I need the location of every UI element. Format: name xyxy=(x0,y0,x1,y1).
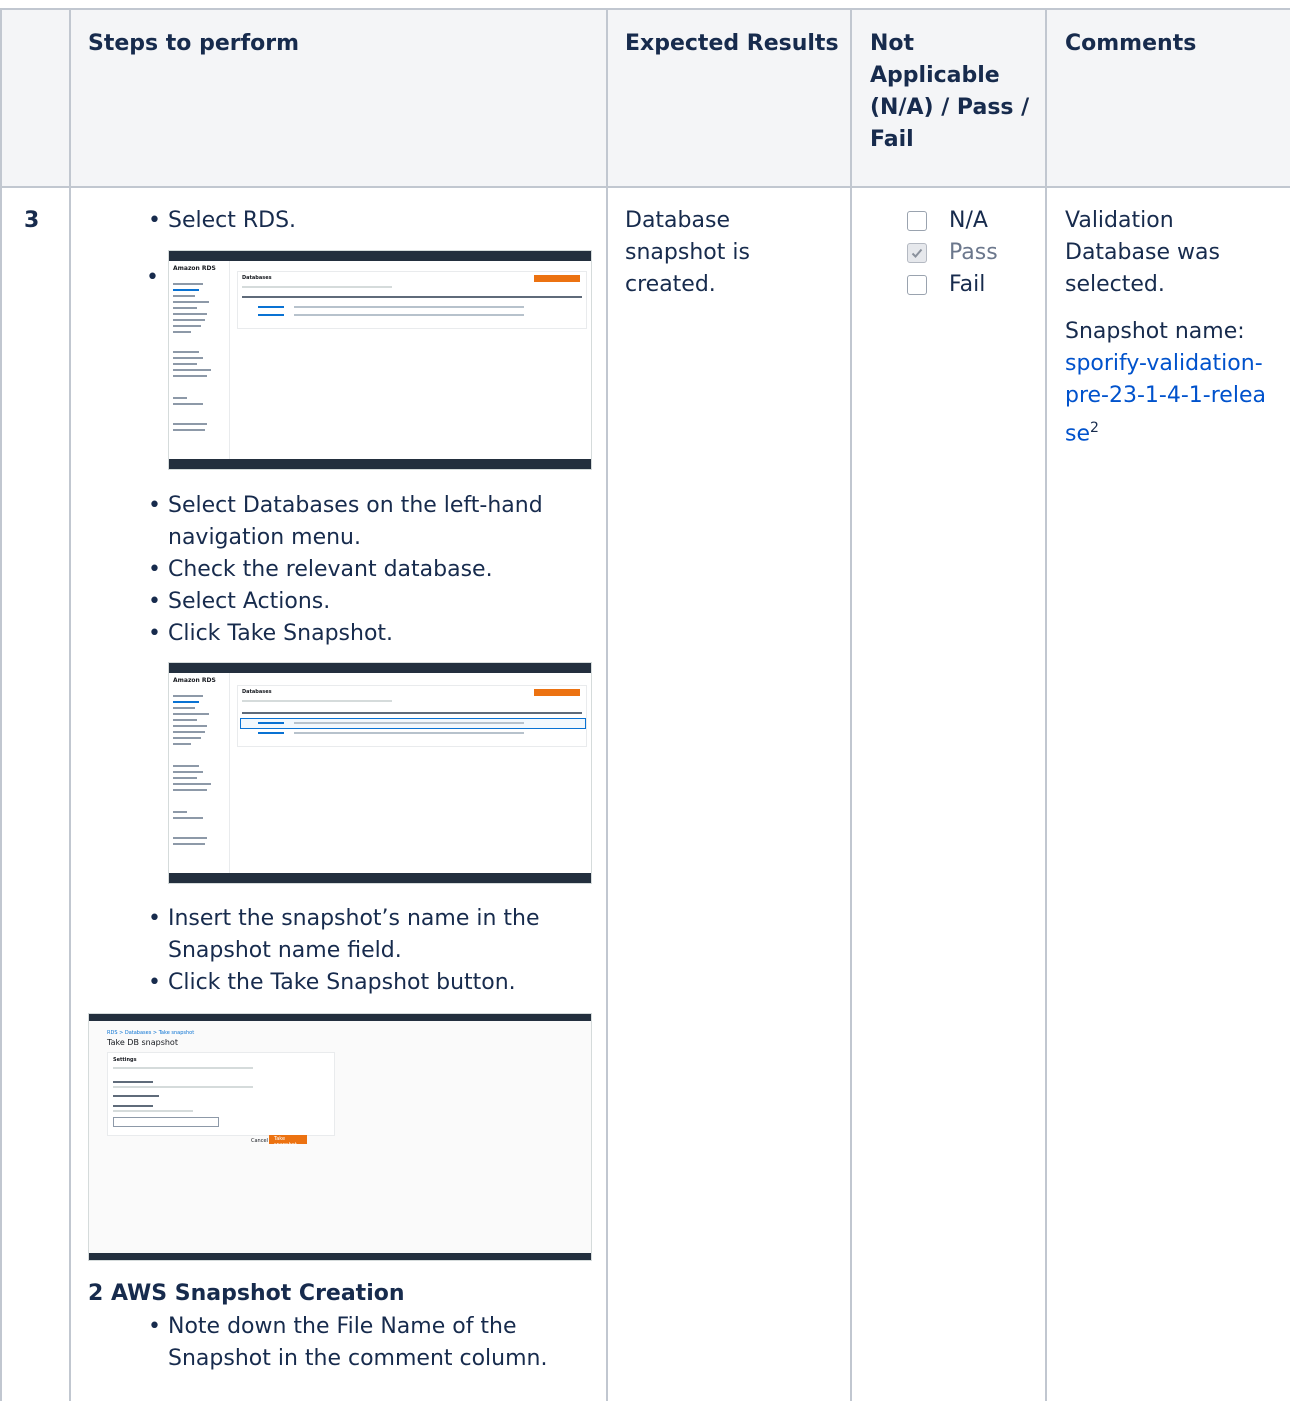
step-item: Click Take Snapshot. xyxy=(146,618,586,650)
header-expected: Expected Results xyxy=(625,31,839,56)
screenshot-rds-actions: Amazon RDS Databases xyxy=(168,662,592,884)
header-status: Not Applicable (N/A) / Pass / Fail xyxy=(870,31,1030,152)
screenshot-take-snapshot: RDS > Databases > Take snapshot Take DB … xyxy=(88,1013,592,1261)
aws-footer xyxy=(169,459,591,469)
aws-top-bar xyxy=(89,1014,591,1021)
steps-list-b: Select Databases on the left-hand naviga… xyxy=(146,490,586,650)
aws-footer xyxy=(169,873,591,883)
step-item: Check the relevant database. xyxy=(146,554,586,586)
status-option-fail[interactable]: Fail xyxy=(907,269,985,301)
step-item: Select Databases on the left-hand naviga… xyxy=(146,490,586,554)
check-icon xyxy=(911,248,923,258)
aws-top-bar xyxy=(169,663,591,673)
table-left-border xyxy=(0,8,2,1401)
snapshot-name-block: Snapshot name: sporify-validation-pre-23… xyxy=(1065,316,1275,450)
take-snapshot-title: Take DB snapshot xyxy=(107,1038,178,1047)
steps-list-c: Insert the snapshot’s name in the Snapsh… xyxy=(146,903,586,999)
steps-list-d: Note down the File Name of the Snapshot … xyxy=(146,1311,586,1375)
step-item: Select RDS. xyxy=(146,205,586,237)
databases-panel-title: Databases xyxy=(242,689,272,695)
checkbox-pass[interactable] xyxy=(907,243,927,263)
aws-footer xyxy=(89,1253,591,1260)
databases-panel: Databases xyxy=(237,685,587,747)
comment-text: Validation Database was selected. xyxy=(1065,208,1220,297)
rds-sidebar-title: Amazon RDS xyxy=(173,677,216,684)
column-divider xyxy=(850,8,852,1401)
header-divider xyxy=(0,186,1290,188)
status-label-pass: Pass xyxy=(949,240,998,265)
create-database-button xyxy=(534,275,580,282)
settings-panel: Settings xyxy=(107,1052,335,1136)
snapshot-name-label: Snapshot name: xyxy=(1065,319,1245,344)
step-item: Note down the File Name of the Snapshot … xyxy=(146,1311,586,1375)
databases-panel-title: Databases xyxy=(242,275,272,281)
expected-result: Database snapshot is created. xyxy=(625,208,750,297)
databases-panel: Databases xyxy=(237,271,587,329)
take-snapshot-button: Take snapshot xyxy=(269,1135,307,1148)
checklist-table: Steps to perform Expected Results Not Ap… xyxy=(0,0,1290,1401)
status-label-na: N/A xyxy=(949,208,988,233)
header-comments: Comments xyxy=(1065,31,1197,56)
figure-caption: 2 AWS Snapshot Creation xyxy=(88,1281,405,1306)
column-divider xyxy=(69,8,71,1401)
create-database-button xyxy=(534,689,580,696)
screenshot-rds-databases: Amazon RDS Databases xyxy=(168,250,592,470)
status-option-pass[interactable]: Pass xyxy=(907,237,998,269)
step-item: Select Actions. xyxy=(146,586,586,618)
checkbox-fail[interactable] xyxy=(907,275,927,295)
step-item: Click the Take Snapshot button. xyxy=(146,967,586,999)
rds-sidebar: Amazon RDS xyxy=(169,261,230,459)
checkbox-na[interactable] xyxy=(907,211,927,231)
steps-list-a: Select RDS. xyxy=(146,205,586,237)
column-divider xyxy=(606,8,608,1401)
snapshot-name-value: sporify-validation-pre-23-1-4-1-release2 xyxy=(1065,348,1270,450)
footnote-marker: 2 xyxy=(1090,420,1099,436)
bullet-marker: • xyxy=(146,265,159,290)
rds-sidebar-title: Amazon RDS xyxy=(173,265,216,272)
rds-sidebar: Amazon RDS xyxy=(169,673,230,873)
settings-label: Settings xyxy=(113,1057,137,1063)
header-steps: Steps to perform xyxy=(88,31,300,56)
step-item: Insert the snapshot’s name in the Snapsh… xyxy=(146,903,586,967)
column-divider xyxy=(1045,8,1047,1401)
cancel-button: Cancel xyxy=(251,1138,268,1144)
status-label-fail: Fail xyxy=(949,272,986,297)
aws-top-bar xyxy=(169,251,591,261)
table-top-border xyxy=(0,8,1290,10)
row-number: 3 xyxy=(24,208,40,233)
status-option-na[interactable]: N/A xyxy=(907,205,988,237)
